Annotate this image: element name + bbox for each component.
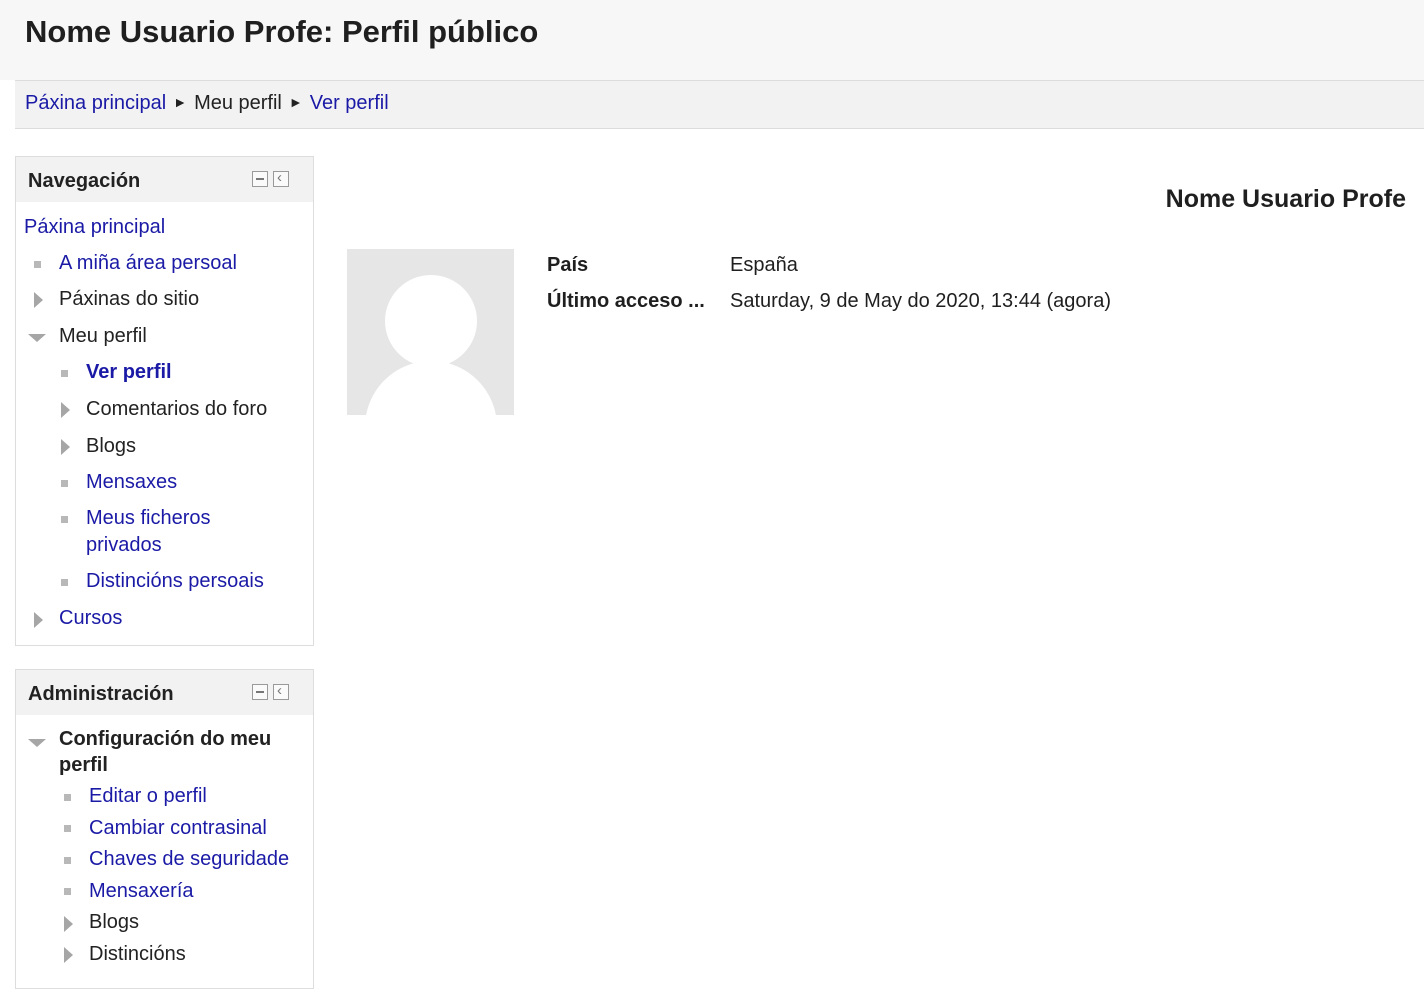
profile-field-value: Saturday, 9 de May do 2020, 13:44 (agora…: [730, 290, 1111, 312]
nav-blogs[interactable]: Blogs: [86, 433, 136, 459]
nav-home-link[interactable]: Páxina principal: [24, 214, 165, 240]
nav-forum-posts[interactable]: Comentarios do foro: [86, 396, 267, 422]
dock-block-icon[interactable]: [273, 169, 289, 187]
dock-block-icon[interactable]: [273, 682, 289, 700]
expand-arrow-icon[interactable]: [34, 612, 43, 628]
admin-blogs[interactable]: Blogs: [89, 909, 139, 935]
administration-block-header: Administración: [16, 670, 313, 715]
profile-user-name: Nome Usuario Profe: [1165, 185, 1406, 213]
nav-my-profile[interactable]: Meu perfil: [59, 323, 147, 349]
admin-messaging-link[interactable]: Mensaxería: [89, 878, 194, 904]
page-header: Nome Usuario Profe: Perfil público: [0, 0, 1424, 80]
nav-view-profile-link[interactable]: Ver perfil: [86, 359, 172, 385]
admin-profile-settings[interactable]: Configuración do meu: [59, 726, 271, 752]
expand-arrow-icon[interactable]: [64, 947, 73, 963]
collapse-arrow-icon[interactable]: [28, 739, 46, 747]
bullet-icon: [64, 857, 71, 864]
expand-arrow-icon[interactable]: [64, 916, 73, 932]
collapse-arrow-icon[interactable]: [28, 334, 46, 342]
breadcrumb-separator-icon: ►: [288, 94, 303, 110]
admin-badges[interactable]: Distincións: [89, 941, 186, 967]
profile-field-value: España: [730, 254, 798, 276]
bullet-icon: [61, 579, 68, 586]
breadcrumb-home-link[interactable]: Páxina principal: [25, 92, 166, 114]
nav-badges-link[interactable]: Distincións persoais: [86, 568, 264, 594]
expand-arrow-icon[interactable]: [61, 402, 70, 418]
profile-field-label: País: [547, 254, 589, 276]
nav-dashboard-link[interactable]: A miña área persoal: [59, 250, 237, 276]
bullet-icon: [64, 794, 71, 801]
expand-arrow-icon[interactable]: [34, 292, 43, 308]
bullet-icon: [61, 516, 68, 523]
bullet-icon: [61, 480, 68, 487]
navigation-block: Navegación Páxina principal A miña área …: [15, 156, 314, 646]
breadcrumb-my-profile: Meu perfil: [194, 92, 282, 114]
navbar: Páxina principal ► Meu perfil ► Ver perfil: [15, 80, 1424, 129]
nav-courses-link[interactable]: Cursos: [59, 605, 122, 631]
bullet-icon: [64, 825, 71, 832]
nav-messages-link[interactable]: Mensaxes: [86, 469, 177, 495]
administration-block-title: Administración: [28, 683, 174, 705]
breadcrumb: Páxina principal ► Meu perfil ► Ver perfil: [25, 92, 389, 115]
page-title: Nome Usuario Profe: Perfil público: [25, 14, 539, 49]
nav-site-pages[interactable]: Páxinas do sitio: [59, 286, 199, 312]
expand-arrow-icon[interactable]: [61, 439, 70, 455]
nav-private-files-link[interactable]: Meus ficheros: [86, 505, 211, 531]
administration-block: Administración Configuración do meu perf…: [15, 669, 314, 989]
bullet-icon: [61, 370, 68, 377]
admin-edit-profile-link[interactable]: Editar o perfil: [89, 783, 207, 809]
bullet-icon: [34, 261, 41, 268]
breadcrumb-separator-icon: ►: [173, 94, 188, 110]
admin-change-password-link[interactable]: Cambiar contrasinal: [89, 815, 267, 841]
hide-block-icon[interactable]: [252, 684, 268, 700]
navigation-block-title: Navegación: [28, 170, 141, 192]
breadcrumb-view-profile-link[interactable]: Ver perfil: [310, 92, 389, 114]
admin-security-keys-link[interactable]: Chaves de seguridade: [89, 846, 289, 872]
admin-profile-settings-line2[interactable]: perfil: [59, 752, 108, 778]
bullet-icon: [64, 888, 71, 895]
profile-field-label: Último acceso ...: [547, 290, 705, 312]
nav-private-files-link-line2[interactable]: privados: [86, 532, 162, 558]
default-avatar-icon: [347, 249, 514, 415]
navigation-block-header: Navegación: [16, 157, 313, 202]
hide-block-icon[interactable]: [252, 171, 268, 187]
